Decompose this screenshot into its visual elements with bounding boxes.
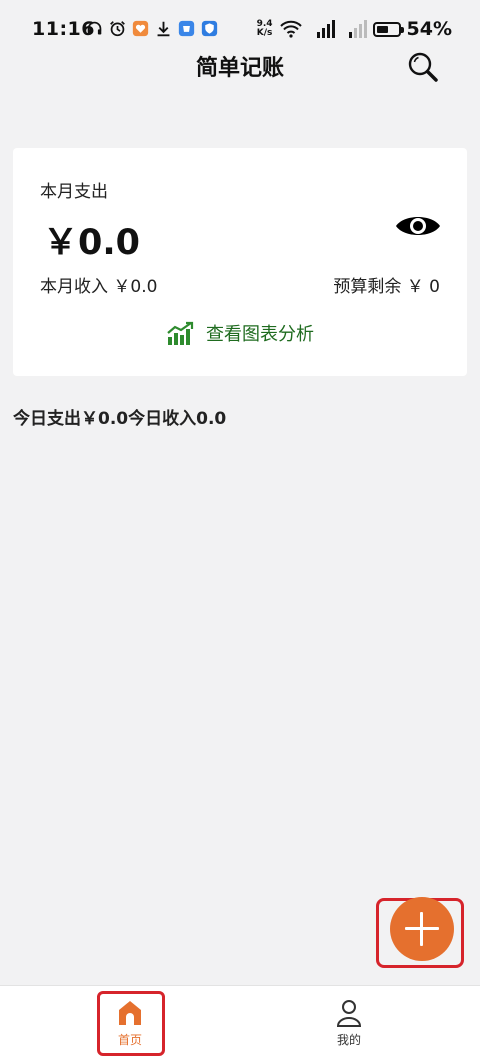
app-heart-icon (132, 20, 149, 37)
status-bar: 11:16 9.4 K/s 54% (0, 0, 480, 46)
signal-5g-icon (348, 20, 367, 38)
month-income: 本月收入 ￥0.0 (40, 277, 158, 297)
monthly-summary-card: 本月支出 ￥0.0 本月收入 ￥0.0 预算剩余 ￥ 0 查看图表分析 (13, 148, 467, 376)
nav-me-label: 我的 (336, 1033, 361, 1047)
network-speed-unit: K/s (256, 28, 273, 38)
battery-icon (372, 21, 404, 37)
bottom-nav: 首页 我的 (0, 985, 480, 1062)
month-expense-label: 本月支出 (40, 182, 108, 202)
alarm-icon (110, 21, 125, 37)
signal-4g-icon (316, 20, 335, 38)
app-shield-icon (201, 20, 218, 37)
eye-icon[interactable] (394, 210, 442, 242)
month-expense-amount: ￥0.0 (43, 223, 141, 263)
add-record-button[interactable] (390, 897, 454, 961)
network-speed: 9.4 K/s (257, 20, 273, 38)
nav-item-me[interactable]: 我的 (309, 998, 389, 1048)
search-icon[interactable] (406, 50, 440, 84)
app-store-icon (178, 20, 195, 37)
view-chart-analysis-link[interactable]: 查看图表分析 (13, 320, 467, 346)
status-system-icons: 9.4 K/s 54% (257, 18, 452, 40)
today-summary: 今日支出￥0.0今日收入0.0 (13, 409, 227, 429)
budget-remaining: 预算剩余 ￥ 0 (333, 277, 440, 297)
status-notification-icons (86, 20, 218, 37)
download-icon (157, 21, 170, 37)
chart-link-label: 查看图表分析 (206, 324, 314, 345)
battery-percent: 54% (406, 18, 452, 40)
wifi-icon (279, 20, 302, 38)
person-icon (336, 1000, 362, 1027)
home-highlight-box (97, 991, 165, 1056)
trend-chart-icon (167, 321, 194, 345)
headphones-icon (87, 21, 102, 35)
